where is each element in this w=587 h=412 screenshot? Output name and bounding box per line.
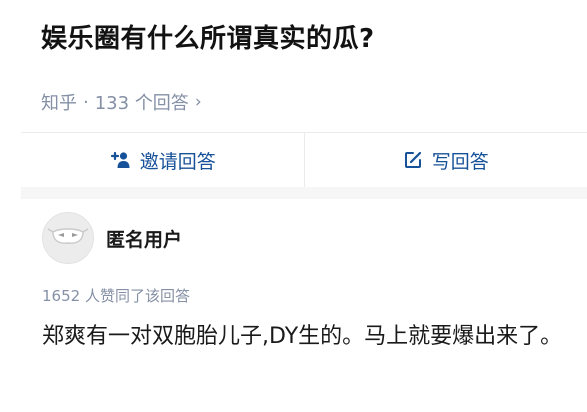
chevron-right-icon: › <box>194 92 202 112</box>
answer-content[interactable]: 郑爽有一对双胞胎儿子,DY生的。马上就要爆出来了。 <box>42 318 572 356</box>
author-name[interactable]: 匿名用户 <box>106 225 182 252</box>
meta-separator: · <box>83 91 89 113</box>
edit-icon <box>403 150 423 170</box>
source-label: 知乎 <box>41 93 77 114</box>
anonymous-avatar[interactable] <box>42 212 94 264</box>
add-person-icon <box>109 151 131 169</box>
vote-count: 1652 人赞同了该回答 <box>42 287 190 305</box>
question-title[interactable]: 娱乐圈有什么所谓真实的瓜? <box>41 18 375 55</box>
zhihu-question-page: 娱乐圈有什么所谓真实的瓜? 知乎 · 133 个回答 › 邀请回答 写回答 匿名… <box>0 0 587 412</box>
anonymous-mask-icon <box>43 213 93 263</box>
section-divider <box>21 187 587 199</box>
question-meta[interactable]: 知乎 · 133 个回答 › <box>41 89 202 115</box>
answer-count: 133 个回答 <box>94 93 189 114</box>
action-bar: 邀请回答 写回答 <box>21 132 587 187</box>
write-answer-label: 写回答 <box>431 150 489 173</box>
write-answer-button[interactable]: 写回答 <box>303 133 587 187</box>
answer-author[interactable]: 匿名用户 <box>42 212 182 264</box>
invite-answer-label: 邀请回答 <box>139 150 216 173</box>
invite-answer-button[interactable]: 邀请回答 <box>21 133 304 187</box>
